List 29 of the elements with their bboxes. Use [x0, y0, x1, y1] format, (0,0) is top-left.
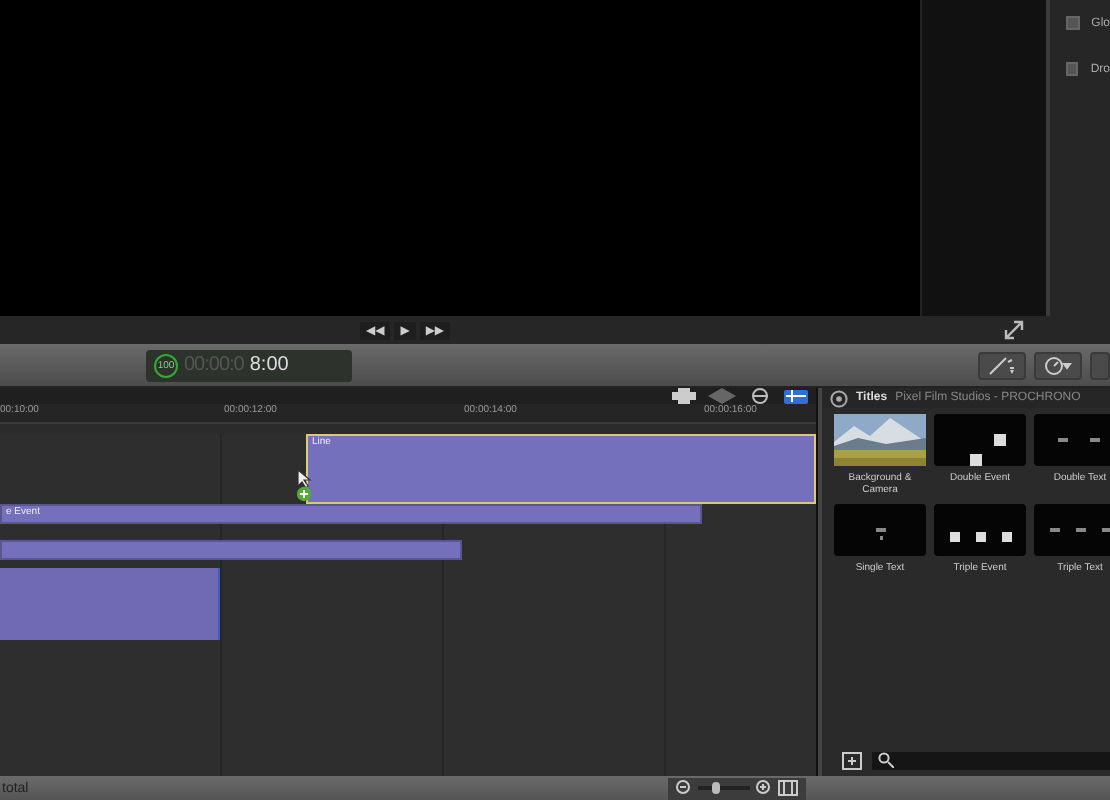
pointer-icon: [294, 470, 314, 490]
magic-wand-icon: [988, 355, 1016, 375]
add-to-timeline-icon[interactable]: [842, 751, 862, 769]
fullscreen-icon[interactable]: [1004, 320, 1024, 340]
title-thumbnail: [934, 414, 1026, 466]
film-strip-icon[interactable]: [778, 780, 799, 796]
retime-button[interactable]: [1034, 351, 1082, 379]
timeline-clip[interactable]: [0, 568, 221, 640]
clip-appearance-icon[interactable]: [672, 388, 696, 404]
audio-skimming-icon[interactable]: [748, 388, 772, 404]
title-thumbnail: [934, 504, 1026, 556]
timeline-clip[interactable]: [0, 540, 462, 560]
title-thumbnail: [1034, 504, 1110, 556]
checkbox[interactable]: [1066, 16, 1080, 30]
add-icon: [296, 486, 312, 502]
speedometer-icon: [1044, 355, 1072, 375]
effects-button[interactable]: [978, 351, 1026, 379]
timecode-text: 8:00: [249, 354, 289, 376]
solo-button[interactable]: [784, 389, 808, 403]
solo-icon: [786, 390, 806, 402]
zoom-out-icon[interactable]: [676, 780, 693, 796]
title-thumbnail: [1034, 414, 1110, 466]
search-icon: [878, 752, 894, 768]
zoom-in-icon[interactable]: [756, 780, 773, 796]
slider-thumb[interactable]: [711, 782, 720, 794]
search-field[interactable]: [872, 751, 1110, 769]
checkbox[interactable]: [1066, 62, 1079, 76]
title-thumbnail: [834, 504, 926, 556]
settings-icon[interactable]: [830, 389, 848, 407]
